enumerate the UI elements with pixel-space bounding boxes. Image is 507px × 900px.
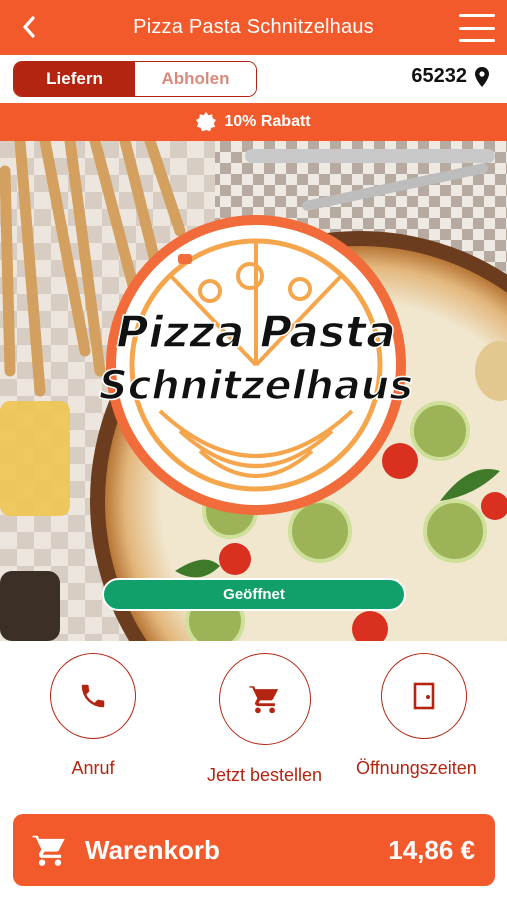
hamburger-menu-icon[interactable] (459, 14, 495, 42)
opening-hours-action[interactable]: Öffnungszeiten (356, 653, 477, 779)
logo-line-2: Schnitzelhaus (99, 363, 413, 409)
discount-banner: 10% Rabatt (0, 103, 507, 141)
badge-icon (196, 112, 217, 132)
order-now-label: Jetzt bestellen (207, 765, 323, 785)
chevron-left-icon (23, 16, 35, 38)
order-now-button[interactable] (218, 653, 311, 745)
app-header: Pizza Pasta Schnitzelhaus (0, 0, 507, 55)
back-button[interactable] (14, 11, 44, 43)
order-mode-bar: Liefern Abholen 65232 (0, 55, 507, 103)
order-mode-toggle: Liefern Abholen (13, 61, 257, 97)
cart-bar[interactable]: Warenkorb 14,86 € (13, 814, 495, 886)
cart-total: 14,86 € (388, 834, 475, 865)
cart-label: Warenkorb (85, 834, 220, 865)
opening-hours-button[interactable] (380, 653, 467, 739)
discount-text: 10% Rabatt (224, 113, 311, 130)
opening-hours-label: Öffnungszeiten (356, 758, 477, 778)
mode-pickup-option[interactable]: Abholen (135, 62, 256, 96)
phone-icon (81, 684, 105, 708)
logo-line-1: Pizza Pasta (116, 307, 396, 358)
hero-illustration: Pizza Pasta Schnitzelhaus (0, 141, 507, 641)
door-icon (413, 682, 435, 710)
call-label: Anruf (71, 758, 115, 778)
page-title: Pizza Pasta Schnitzelhaus (133, 16, 374, 38)
cart-icon (248, 684, 278, 714)
logo-badge-plate (178, 254, 192, 264)
action-row: Anruf Jetzt bestellen Öffnungszeiten (0, 641, 507, 801)
map-pin-icon (475, 66, 489, 87)
postcode-selector[interactable]: 65232 (411, 65, 489, 88)
mode-delivery-option[interactable]: Liefern (14, 62, 135, 96)
call-button[interactable] (50, 653, 136, 739)
open-status-badge[interactable]: Geöffnet (102, 578, 406, 611)
postcode-value: 65232 (411, 65, 467, 87)
call-action[interactable]: Anruf (50, 653, 136, 779)
hero-image: Pizza Pasta Schnitzelhaus (0, 141, 507, 641)
cart-icon (32, 834, 65, 866)
order-now-action[interactable]: Jetzt bestellen (207, 653, 322, 786)
